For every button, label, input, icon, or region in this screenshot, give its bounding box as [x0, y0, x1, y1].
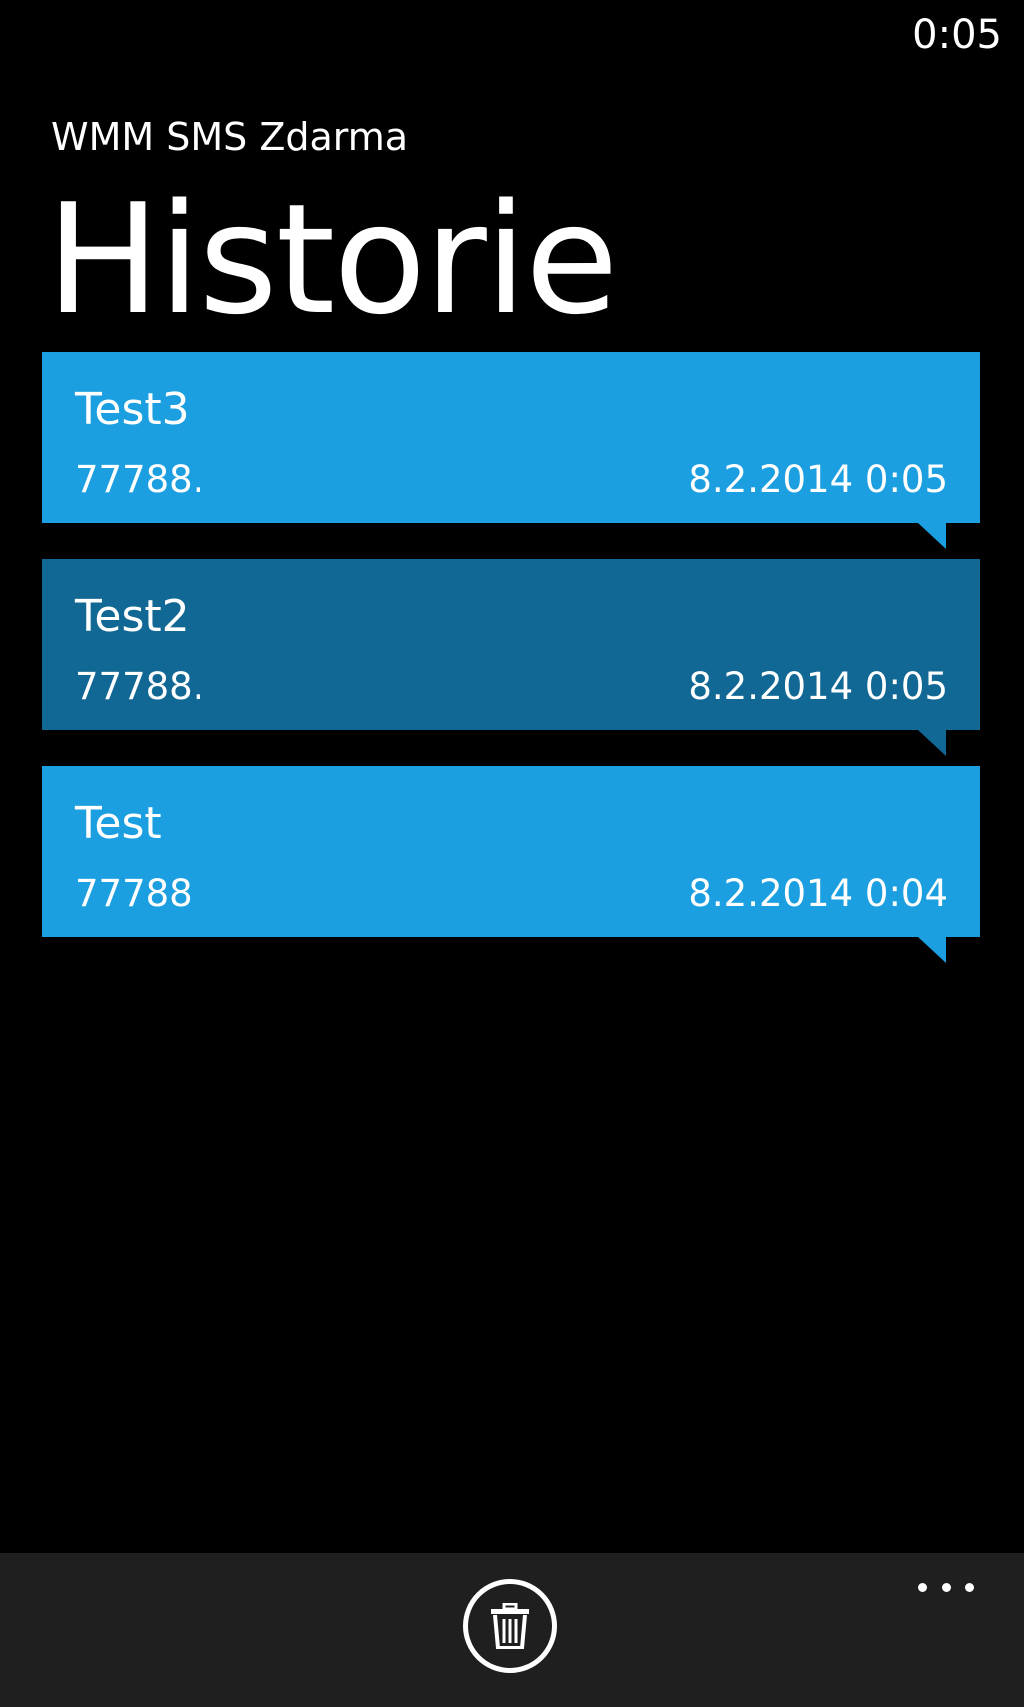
more-options-button[interactable] [918, 1575, 974, 1599]
history-item-date: 8.2.2014 0:05 [688, 458, 948, 501]
history-item-date: 8.2.2014 0:05 [688, 665, 948, 708]
bubble-tail [918, 523, 946, 549]
ellipsis-dot [918, 1582, 927, 1592]
history-item[interactable]: Test3 77788... 8.2.2014 0:05 [42, 352, 980, 549]
trash-icon [491, 1603, 529, 1649]
status-bar-time: 0:05 [912, 12, 1002, 58]
history-item-name: Test [75, 798, 162, 849]
history-item-name: Test2 [75, 591, 190, 642]
history-item[interactable]: Test 77788 8.2.2014 0:04 [42, 766, 980, 963]
app-title: WMM SMS Zdarma [51, 115, 409, 159]
app-bar [0, 1553, 1024, 1707]
history-list: Test3 77788... 8.2.2014 0:05 Test2 77788… [42, 352, 980, 973]
bubble-tail [918, 937, 946, 963]
ellipsis-dot [941, 1582, 951, 1592]
history-item-number: 77788... [75, 458, 200, 501]
history-item-name: Test3 [75, 384, 190, 435]
page-title: Historie [46, 171, 619, 348]
bubble-tail [918, 730, 946, 756]
history-item[interactable]: Test2 77788... 8.2.2014 0:05 [42, 559, 980, 756]
history-item-number: 77788 [75, 872, 193, 915]
delete-button[interactable] [463, 1579, 557, 1673]
ellipsis-dot [965, 1582, 974, 1592]
history-item-number: 77788... [75, 665, 200, 708]
history-item-date: 8.2.2014 0:04 [688, 872, 948, 915]
